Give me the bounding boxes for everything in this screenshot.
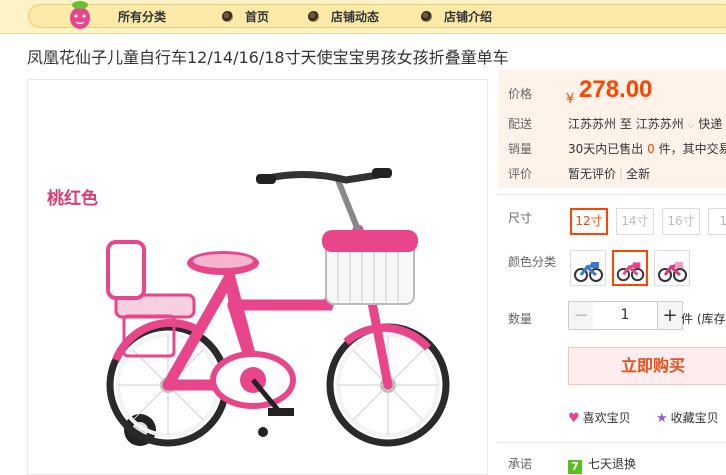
price-label: 价格 — [508, 87, 533, 101]
nav-bullet-icon — [421, 11, 432, 22]
nav-home[interactable]: 首页 — [245, 8, 269, 26]
sales-info: 30天内已售出 0 件，其中交易 — [568, 140, 726, 157]
product-image[interactable]: 桃红色 — [27, 79, 488, 475]
rose-bike-thumbnail — [658, 262, 687, 282]
color-label: 颜色分类 — [508, 255, 557, 269]
rating-label: 评价 — [508, 167, 533, 181]
shipping-label: 配送 — [508, 117, 533, 131]
nav-shop-news[interactable]: 店铺动态 — [331, 8, 379, 26]
nav-bullet-icon — [308, 11, 319, 22]
shipping-info: 江苏苏州 至 江苏苏州 ⌵ 快递 — [568, 115, 722, 132]
heart-icon: ♥ — [568, 411, 580, 426]
size-option-18[interactable]: 18 — [708, 208, 726, 235]
shipping-from: 江苏苏州 — [568, 117, 617, 131]
shipping-to-word: 至 — [619, 117, 632, 131]
divider — [498, 442, 726, 443]
size-option-16[interactable]: 16寸 — [662, 208, 700, 235]
shipping-fee-prefix: 快递 — [698, 117, 723, 131]
price-currency: ¥ — [566, 92, 575, 107]
shipping-destination[interactable]: 江苏苏州 — [636, 117, 684, 131]
promise-text[interactable]: 七天退换 — [588, 457, 636, 471]
nav-all-categories[interactable]: 所有分类 — [118, 8, 166, 26]
pink-bike-thumbnail — [616, 262, 645, 282]
strawberry-mascot-icon — [70, 1, 90, 29]
nav-bullet-icon — [222, 11, 233, 22]
product-title: 凤凰花仙子儿童自行车12/14/16/18寸天使宝宝男孩女孩折叠童单车 — [27, 48, 509, 67]
blue-bike-thumbnail — [574, 262, 603, 282]
promise-info: 7 七天退换 — [568, 455, 636, 474]
sales-suffix: 件，其中交易 — [658, 142, 726, 156]
like-label: 喜欢宝贝 — [582, 411, 631, 425]
collect-button[interactable]: ★ 收藏宝贝 — [656, 409, 719, 426]
condition-value: 全新 — [626, 167, 651, 181]
sales-count: 0 — [647, 142, 655, 156]
price-value: 278.00 — [579, 76, 653, 103]
rating-info: 暂无评价 | 全新 — [568, 167, 651, 181]
divider — [498, 194, 726, 195]
size-option-12[interactable]: 12寸 — [570, 208, 608, 235]
quantity-label: 数量 — [508, 312, 533, 326]
promise-label: 承诺 — [508, 457, 533, 471]
star-icon: ★ — [656, 411, 668, 426]
color-swatch-blue[interactable] — [570, 250, 606, 286]
collect-label: 收藏宝贝 — [670, 411, 719, 425]
size-option-14[interactable]: 14寸 — [616, 208, 654, 235]
sales-label: 销量 — [508, 142, 533, 156]
sales-prefix: 30天内已售出 — [568, 142, 644, 156]
color-swatch-pink[interactable] — [612, 250, 648, 286]
like-button[interactable]: ♥ 喜欢宝贝 — [568, 409, 631, 426]
stock-text: 件 (库存 — [681, 312, 726, 326]
buy-now-button[interactable]: 立即购买 — [568, 347, 726, 385]
purchase-panel: 价格 ¥ 278.00 配送 江苏苏州 至 江苏苏州 ⌵ 快递 销量 30天内已… — [498, 70, 726, 475]
size-label: 尺寸 — [508, 211, 533, 225]
nav-shop-intro[interactable]: 店铺介绍 — [444, 8, 492, 26]
color-swatch-rose[interactable] — [654, 250, 690, 286]
quantity-decrease-button[interactable]: − — [568, 301, 594, 330]
bicycle-illustration — [106, 168, 450, 447]
chevron-down-icon[interactable]: ⌵ — [688, 121, 695, 131]
shop-nav-bar: 所有分类 首页 店铺动态 店铺介绍 — [0, 0, 726, 34]
quantity-input[interactable]: 1 — [593, 301, 657, 330]
quantity-increase-button[interactable]: + — [657, 301, 683, 330]
rating-value[interactable]: 暂无评价 — [568, 167, 616, 181]
seven-day-return-badge-icon: 7 — [568, 460, 582, 474]
